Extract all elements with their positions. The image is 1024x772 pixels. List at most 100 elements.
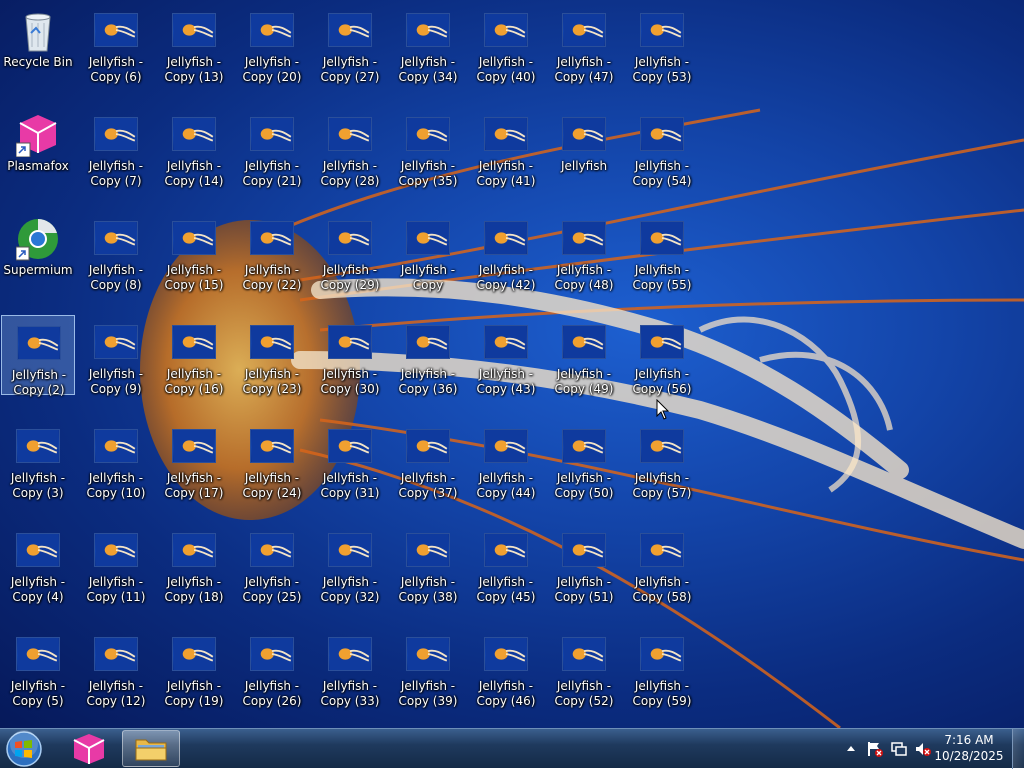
desktop-icon-jellyfish-copy-8[interactable]: Jellyfish - Copy (8): [79, 211, 153, 292]
image-file-icon: [94, 113, 138, 157]
image-file-icon: [562, 9, 606, 53]
image-file-icon: [640, 425, 684, 469]
desktop-icon-jellyfish-copy-49[interactable]: Jellyfish - Copy (49): [547, 315, 621, 396]
desktop-icon-jellyfish-copy-24[interactable]: Jellyfish - Copy (24): [235, 419, 309, 500]
desktop-icon-jellyfish-copy-37[interactable]: Jellyfish - Copy (37): [391, 419, 465, 500]
desktop-icon-jellyfish-copy-41[interactable]: Jellyfish - Copy (41): [469, 107, 543, 188]
image-file-icon: [16, 633, 60, 677]
desktop-icon-jellyfish-copy-31[interactable]: Jellyfish - Copy (31): [313, 419, 387, 500]
desktop-icon-jellyfish-copy[interactable]: Jellyfish - Copy: [391, 211, 465, 292]
desktop-icon-jellyfish-copy-38[interactable]: Jellyfish - Copy (38): [391, 523, 465, 604]
supermium-icon: [15, 219, 58, 261]
jellyfish-thumbnail: [484, 429, 528, 463]
desktop-icon-jellyfish-copy-39[interactable]: Jellyfish - Copy (39): [391, 627, 465, 708]
desktop-icon-label: Jellyfish - Copy (25): [242, 575, 302, 604]
desktop-icon-jellyfish-copy-42[interactable]: Jellyfish - Copy (42): [469, 211, 543, 292]
volume-muted-icon[interactable]: [914, 740, 932, 758]
desktop-icon-jellyfish-copy-34[interactable]: Jellyfish - Copy (34): [391, 3, 465, 84]
jellyfish-thumbnail: [172, 325, 216, 359]
taskbar: 7:16 AM 10/28/2025: [0, 728, 1024, 769]
jellyfish-thumbnail: [16, 637, 60, 671]
jellyfish-thumbnail: [640, 637, 684, 671]
image-file-icon: [250, 529, 294, 573]
desktop-icon-jellyfish-copy-35[interactable]: Jellyfish - Copy (35): [391, 107, 465, 188]
jellyfish-thumbnail: [562, 325, 606, 359]
desktop-icon-label: Jellyfish - Copy (54): [632, 159, 692, 188]
desktop-icon-jellyfish-copy-7[interactable]: Jellyfish - Copy (7): [79, 107, 153, 188]
desktop-icon-jellyfish-copy-32[interactable]: Jellyfish - Copy (32): [313, 523, 387, 604]
desktop-icon-label: Jellyfish - Copy (23): [242, 367, 302, 396]
image-file-icon: [94, 529, 138, 573]
show-desktop-button[interactable]: [1012, 729, 1024, 769]
desktop-icon-jellyfish[interactable]: Jellyfish: [547, 107, 621, 187]
desktop-icon-jellyfish-copy-13[interactable]: Jellyfish - Copy (13): [157, 3, 231, 84]
network-icon[interactable]: [890, 740, 908, 758]
plasmafox-taskbar-button[interactable]: [64, 730, 114, 767]
desktop-icon-jellyfish-copy-28[interactable]: Jellyfish - Copy (28): [313, 107, 387, 188]
desktop-icon-jellyfish-copy-44[interactable]: Jellyfish - Copy (44): [469, 419, 543, 500]
desktop-icon-jellyfish-copy-14[interactable]: Jellyfish - Copy (14): [157, 107, 231, 188]
desktop-icon-jellyfish-copy-55[interactable]: Jellyfish - Copy (55): [625, 211, 699, 292]
desktop-icon-jellyfish-copy-3[interactable]: Jellyfish - Copy (3): [1, 419, 75, 500]
desktop-icon-jellyfish-copy-6[interactable]: Jellyfish - Copy (6): [79, 3, 153, 84]
desktop-icon-jellyfish-copy-46[interactable]: Jellyfish - Copy (46): [469, 627, 543, 708]
desktop-icon-jellyfish-copy-45[interactable]: Jellyfish - Copy (45): [469, 523, 543, 604]
jellyfish-thumbnail: [328, 325, 372, 359]
desktop-icon-jellyfish-copy-18[interactable]: Jellyfish - Copy (18): [157, 523, 231, 604]
desktop-icon-jellyfish-copy-56[interactable]: Jellyfish - Copy (56): [625, 315, 699, 396]
desktop-icon-jellyfish-copy-17[interactable]: Jellyfish - Copy (17): [157, 419, 231, 500]
desktop-icon-jellyfish-copy-9[interactable]: Jellyfish - Copy (9): [79, 315, 153, 396]
desktop-icon-label: Jellyfish - Copy (38): [398, 575, 458, 604]
desktop-icon-label: Jellyfish - Copy (30): [320, 367, 380, 396]
desktop-icon-supermium[interactable]: Supermium: [1, 211, 75, 291]
desktop-icon-jellyfish-copy-57[interactable]: Jellyfish - Copy (57): [625, 419, 699, 500]
desktop-icon-jellyfish-copy-26[interactable]: Jellyfish - Copy (26): [235, 627, 309, 708]
desktop-icon-jellyfish-copy-51[interactable]: Jellyfish - Copy (51): [547, 523, 621, 604]
desktop-icon-jellyfish-copy-23[interactable]: Jellyfish - Copy (23): [235, 315, 309, 396]
desktop-icon-jellyfish-copy-52[interactable]: Jellyfish - Copy (52): [547, 627, 621, 708]
desktop-icon-jellyfish-copy-29[interactable]: Jellyfish - Copy (29): [313, 211, 387, 292]
desktop-icon-jellyfish-copy-58[interactable]: Jellyfish - Copy (58): [625, 523, 699, 604]
desktop-icon-jellyfish-copy-33[interactable]: Jellyfish - Copy (33): [313, 627, 387, 708]
desktop-icon-jellyfish-copy-50[interactable]: Jellyfish - Copy (50): [547, 419, 621, 500]
desktop-icon-jellyfish-copy-11[interactable]: Jellyfish - Copy (11): [79, 523, 153, 604]
jellyfish-thumbnail: [640, 13, 684, 47]
desktop-icon-label: Jellyfish - Copy (28): [320, 159, 380, 188]
desktop[interactable]: Recycle Bin Plasmafox Supermium Jellyfish -…: [0, 0, 1024, 728]
desktop-icon-jellyfish-copy-25[interactable]: Jellyfish - Copy (25): [235, 523, 309, 604]
desktop-icon-jellyfish-copy-27[interactable]: Jellyfish - Copy (27): [313, 3, 387, 84]
desktop-icon-jellyfish-copy-5[interactable]: Jellyfish - Copy (5): [1, 627, 75, 708]
desktop-icon-jellyfish-copy-48[interactable]: Jellyfish - Copy (48): [547, 211, 621, 292]
desktop-icon-jellyfish-copy-47[interactable]: Jellyfish - Copy (47): [547, 3, 621, 84]
desktop-icon-jellyfish-copy-19[interactable]: Jellyfish - Copy (19): [157, 627, 231, 708]
desktop-icon-jellyfish-copy-22[interactable]: Jellyfish - Copy (22): [235, 211, 309, 292]
desktop-icon-jellyfish-copy-59[interactable]: Jellyfish - Copy (59): [625, 627, 699, 708]
desktop-icon-recycle-bin[interactable]: Recycle Bin: [1, 3, 75, 83]
desktop-icon-jellyfish-copy-10[interactable]: Jellyfish - Copy (10): [79, 419, 153, 500]
desktop-icon-jellyfish-copy-12[interactable]: Jellyfish - Copy (12): [79, 627, 153, 708]
desktop-icon-jellyfish-copy-30[interactable]: Jellyfish - Copy (30): [313, 315, 387, 396]
show-hidden-icons-arrow[interactable]: [842, 740, 860, 758]
clock-date: 10/28/2025: [934, 749, 1004, 763]
action-center-flag-icon[interactable]: [866, 740, 884, 758]
start-button[interactable]: [4, 730, 52, 767]
desktop-icon-jellyfish-copy-53[interactable]: Jellyfish - Copy (53): [625, 3, 699, 84]
desktop-icon-jellyfish-copy-16[interactable]: Jellyfish - Copy (16): [157, 315, 231, 396]
desktop-icon-jellyfish-copy-4[interactable]: Jellyfish - Copy (4): [1, 523, 75, 604]
desktop-icon-plasmafox[interactable]: Plasmafox: [1, 107, 75, 187]
clock[interactable]: 7:16 AM 10/28/2025: [934, 732, 1004, 764]
desktop-icon-jellyfish-copy-36[interactable]: Jellyfish - Copy (36): [391, 315, 465, 396]
desktop-icon-jellyfish-copy-43[interactable]: Jellyfish - Copy (43): [469, 315, 543, 396]
desktop-icon-jellyfish-copy-15[interactable]: Jellyfish - Copy (15): [157, 211, 231, 292]
desktop-icon-jellyfish-copy-2[interactable]: Jellyfish - Copy (2): [1, 315, 75, 397]
file-explorer-taskbar-button[interactable]: [122, 730, 180, 767]
image-file-icon: [172, 113, 216, 157]
desktop-icon-label: Jellyfish - Copy (53): [632, 55, 692, 84]
desktop-icon-jellyfish-copy-40[interactable]: Jellyfish - Copy (40): [469, 3, 543, 84]
desktop-icon-jellyfish-copy-21[interactable]: Jellyfish - Copy (21): [235, 107, 309, 188]
jellyfish-thumbnail: [17, 326, 61, 360]
desktop-icon-jellyfish-copy-20[interactable]: Jellyfish - Copy (20): [235, 3, 309, 84]
desktop-icon-label: Jellyfish - Copy (20): [242, 55, 302, 84]
desktop-icon-jellyfish-copy-54[interactable]: Jellyfish - Copy (54): [625, 107, 699, 188]
jellyfish-thumbnail: [562, 637, 606, 671]
